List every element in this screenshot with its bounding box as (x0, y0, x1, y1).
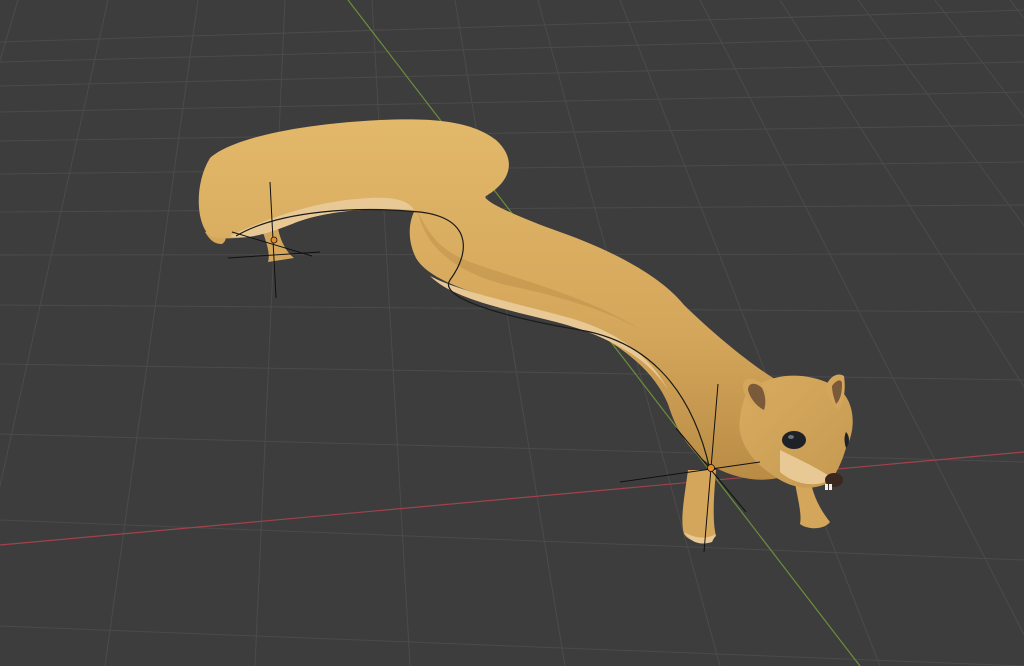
origin-marker-rear[interactable] (270, 236, 278, 244)
eye (782, 431, 806, 449)
floor-grid (0, 0, 1024, 666)
back-leg (262, 228, 294, 262)
3d-viewport[interactable] (0, 0, 1024, 666)
front-left-leg (682, 470, 716, 542)
squirrel-body (198, 119, 800, 480)
viewport-canvas[interactable] (0, 0, 1024, 666)
x-axis-line (0, 451, 1024, 546)
squirrel-model[interactable] (198, 119, 853, 544)
origin-marker-front[interactable] (707, 464, 715, 472)
